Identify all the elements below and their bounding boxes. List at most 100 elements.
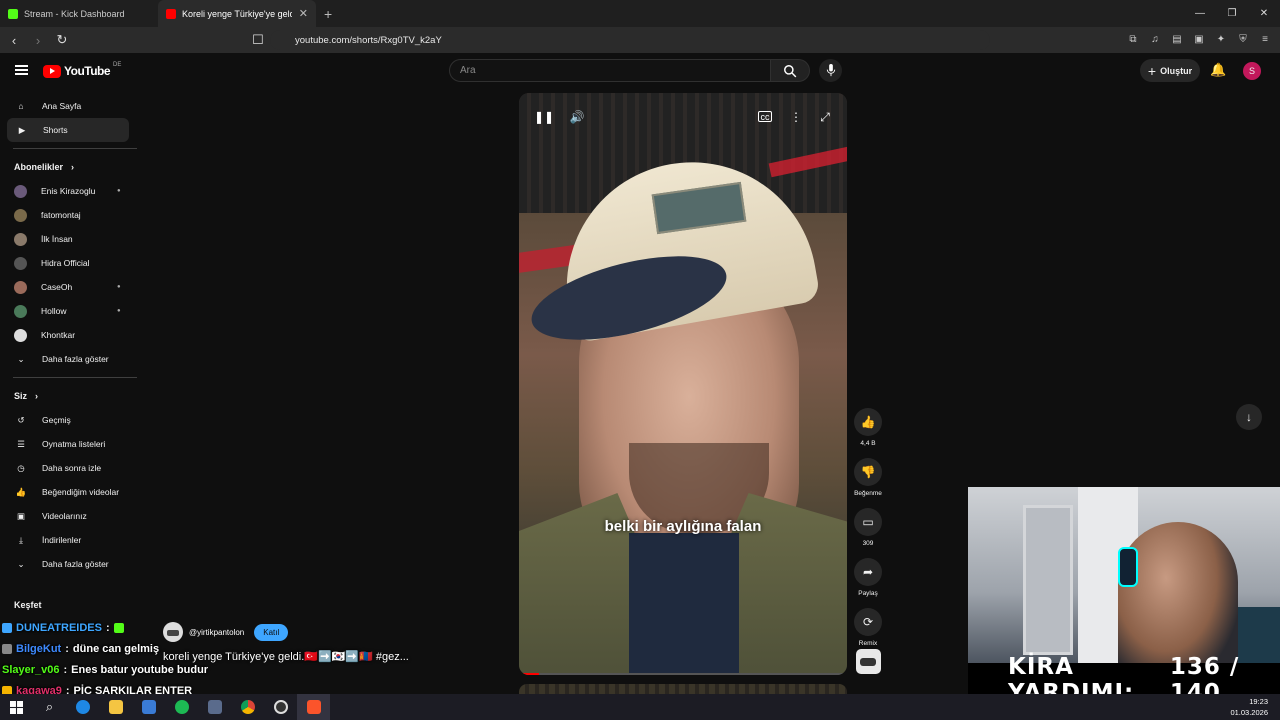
- tab-kick-dashboard[interactable]: Stream - Kick Dashboard: [0, 0, 158, 27]
- search-taskbar-button[interactable]: ⌕: [33, 694, 66, 720]
- explorer-taskbar-button[interactable]: [99, 694, 132, 720]
- url-field[interactable]: youtube.com/shorts/Rxg0TV_k2aY: [270, 30, 990, 50]
- sidebar-sub-khontkar[interactable]: Khontkar: [0, 323, 132, 347]
- avatar[interactable]: S: [1243, 62, 1261, 80]
- browser-extensions: ⧉ ♫ ▤ ▣ ✦ ⛨ ≡: [1126, 32, 1272, 46]
- share-icon[interactable]: ➦: [854, 558, 882, 586]
- more-options-button[interactable]: ⋮: [786, 107, 806, 127]
- menu-icon[interactable]: ≡: [1258, 32, 1272, 46]
- notifications-bell-icon[interactable]: 🔔: [1210, 62, 1226, 78]
- music-icon[interactable]: ♫: [1148, 32, 1162, 46]
- extension-icon[interactable]: ⧉: [1126, 32, 1140, 46]
- close-window-button[interactable]: ✕: [1248, 0, 1280, 27]
- youtube-logo[interactable]: YouTube DE: [43, 62, 121, 78]
- sound-thumbnail[interactable]: [856, 649, 881, 674]
- taskbar-clock[interactable]: 19:23 01.03.2026: [1230, 696, 1268, 718]
- address-bar-row: ‹ › ↻ ☐ youtube.com/shorts/Rxg0TV_k2aY ⧉…: [0, 27, 1280, 53]
- calculator-icon: [207, 700, 222, 714]
- edge-taskbar-button[interactable]: [66, 694, 99, 720]
- start-button[interactable]: [0, 694, 33, 720]
- webcam-overlay: [968, 487, 1280, 663]
- sidebar-item-shorts[interactable]: ▶ Shorts: [7, 118, 129, 142]
- sidebar-you-show-more[interactable]: ⌄ Daha fazla göster: [0, 552, 132, 576]
- like-action[interactable]: 👍 4,4 B: [853, 408, 883, 447]
- sidebar-sub-ilk-insan[interactable]: İlk İnsan: [0, 227, 132, 251]
- sidebar-sub-enis-kirazoglu[interactable]: Enis Kirazoglu ●: [0, 179, 132, 203]
- chrome-icon: [240, 700, 255, 714]
- sidebar: ⌂ Ana Sayfa ▶ Shorts Abonelikler › Enis K…: [0, 94, 140, 576]
- remix-icon[interactable]: ⟳: [854, 608, 882, 636]
- create-button[interactable]: + Oluştur: [1140, 59, 1200, 82]
- sidebar-item-watch-later[interactable]: ◷ Daha sonra izle: [0, 456, 132, 480]
- obs-taskbar-button[interactable]: [264, 694, 297, 720]
- sidebar-sub-hidra-official[interactable]: Hidra Official: [0, 251, 132, 275]
- close-tab-icon[interactable]: ✕: [299, 7, 308, 20]
- pause-button[interactable]: ❚❚: [534, 107, 554, 127]
- captions-button[interactable]: cc: [758, 111, 772, 122]
- calculator-taskbar-button[interactable]: [198, 694, 231, 720]
- app-taskbar-button[interactable]: [132, 694, 165, 720]
- short-video-player[interactable]: ❚❚ 🔊 cc ⋮ ⤢ belki bir aylığına falan: [519, 93, 847, 675]
- chevron-right-icon: ›: [35, 391, 39, 401]
- comment-icon[interactable]: ▭: [854, 508, 882, 536]
- webcam-scene-door: [1023, 505, 1073, 655]
- video-scene-shirt: [629, 533, 739, 675]
- kick-favicon-icon: [8, 8, 18, 19]
- you-header[interactable]: Siz ›: [0, 384, 140, 408]
- chat-message: Slayer_v06: Enes batur youtube budur: [2, 663, 209, 676]
- sidebar-item-history[interactable]: ↺ Geçmiş: [0, 408, 132, 432]
- minimize-button[interactable]: —: [1184, 0, 1216, 27]
- browser-tab-bar: Stream - Kick Dashboard Koreli yenge Tür…: [0, 0, 1280, 27]
- volume-button[interactable]: 🔊: [567, 107, 587, 127]
- video-progress-bar[interactable]: [519, 673, 847, 675]
- ai-icon[interactable]: ✦: [1214, 32, 1228, 46]
- share-action[interactable]: ➦ Paylaş: [853, 558, 883, 597]
- bookmark-icon[interactable]: ☐: [248, 30, 268, 50]
- explore-header: Keşfet: [14, 600, 42, 610]
- vpn-icon[interactable]: ⛨: [1236, 32, 1250, 46]
- history-icon: ↺: [17, 414, 25, 425]
- search-button[interactable]: [770, 59, 810, 82]
- tab-youtube-short[interactable]: Koreli yenge Türkiye'ye geldi ✕: [158, 0, 316, 27]
- comment-action[interactable]: ▭ 309: [853, 508, 883, 547]
- subscriptions-header[interactable]: Abonelikler ›: [0, 155, 140, 179]
- sidebar-item-playlists[interactable]: ☰ Oynatma listeleri: [0, 432, 132, 456]
- sidebar-sub-caseoh[interactable]: CaseOh ●: [0, 275, 132, 299]
- dislike-action[interactable]: 👎 Beğenme: [853, 458, 883, 497]
- forward-button[interactable]: ›: [28, 30, 48, 50]
- dislike-icon[interactable]: 👎: [854, 458, 882, 486]
- chevron-right-icon: ›: [71, 162, 75, 172]
- sidebar-sub-hollow[interactable]: Hollow ●: [0, 299, 132, 323]
- sidebar-icon[interactable]: ▤: [1170, 32, 1184, 46]
- back-button[interactable]: ‹: [4, 30, 24, 50]
- menu-hamburger-icon[interactable]: [15, 65, 28, 75]
- goal-counter: KİRA YARDIMI: 136 / 140: [968, 654, 1280, 706]
- next-short-preview[interactable]: [519, 684, 847, 694]
- plus-icon: +: [1147, 62, 1157, 79]
- channel-avatar: [14, 208, 27, 222]
- remix-action[interactable]: ⟳ Remix: [853, 608, 883, 647]
- brave-taskbar-button[interactable]: [297, 694, 330, 720]
- sidebar-item-downloads[interactable]: ⤓ İndirilenler: [0, 528, 132, 552]
- sidebar-sub-fatomontaj[interactable]: fatomontaj: [0, 203, 132, 227]
- search-input[interactable]: Ara: [449, 59, 771, 82]
- new-tab-button[interactable]: +: [324, 6, 332, 22]
- sidebar-item-home[interactable]: ⌂ Ana Sayfa: [0, 94, 132, 118]
- fullscreen-button[interactable]: ⤢: [815, 107, 835, 127]
- next-short-button[interactable]: ↓: [1236, 404, 1262, 430]
- obs-icon: [273, 700, 288, 714]
- app-icon: [141, 700, 156, 714]
- sidebar-item-your-videos[interactable]: ▣ Videolarınız: [0, 504, 132, 528]
- spotify-taskbar-button[interactable]: [165, 694, 198, 720]
- restore-button[interactable]: ❐: [1216, 0, 1248, 27]
- like-icon[interactable]: 👍: [854, 408, 882, 436]
- sidebar-subs-show-more[interactable]: ⌄ Daha fazla göster: [0, 347, 132, 371]
- chrome-taskbar-button[interactable]: [231, 694, 264, 720]
- join-button[interactable]: Katıl: [254, 623, 289, 641]
- divider: [13, 148, 137, 149]
- reload-button[interactable]: ↻: [52, 30, 72, 50]
- sidebar-item-liked-videos[interactable]: 👍 Beğendiğim videolar: [0, 480, 132, 504]
- like-icon: 👍: [15, 486, 27, 497]
- wallet-icon[interactable]: ▣: [1192, 32, 1206, 46]
- voice-search-button[interactable]: [819, 59, 842, 82]
